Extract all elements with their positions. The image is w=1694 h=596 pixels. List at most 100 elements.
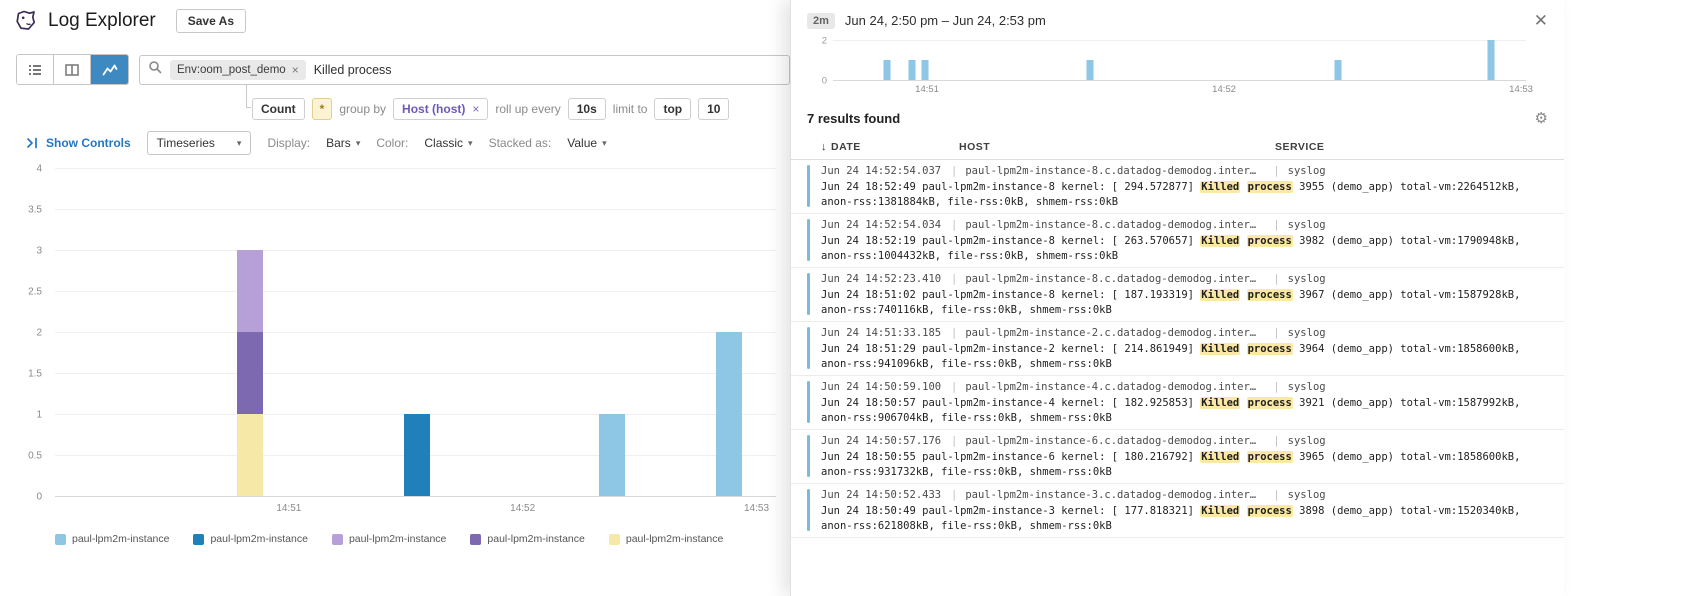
legend-item[interactable]: paul-lpm2m-instance [332, 533, 446, 545]
separator: | [951, 380, 957, 394]
view-toggle-group [16, 54, 129, 85]
color-select[interactable]: Classic ▾ [424, 136, 472, 150]
sort-desc-icon: ↓ [821, 141, 827, 153]
show-controls-link[interactable]: Show Controls [26, 136, 131, 150]
log-service: syslog [1288, 218, 1326, 232]
log-service: syslog [1288, 488, 1326, 502]
measure-selector[interactable]: Count [252, 98, 305, 120]
log-row[interactable]: Jun 24 14:50:52.433|paul-lpm2m-instance-… [791, 484, 1564, 538]
column-header-service[interactable]: SERVICE [1275, 141, 1558, 153]
chart-bar[interactable] [1334, 60, 1341, 80]
datadog-logo-icon[interactable] [14, 9, 38, 33]
log-meta: Jun 24 14:50:57.176|paul-lpm2m-instance-… [821, 434, 1558, 448]
limit-direction-selector[interactable]: top [654, 98, 691, 120]
process-highlight: process [1247, 289, 1293, 301]
chart-bar[interactable] [716, 332, 742, 496]
log-service: syslog [1288, 272, 1326, 286]
filter-tag[interactable]: Env:oom_post_demo × [170, 60, 306, 80]
log-table-header: ↓ DATE HOST SERVICE [791, 135, 1564, 160]
gridline [55, 291, 776, 292]
timeseries-chart: 00.511.522.533.54 14:5114:5214:53 [0, 163, 790, 521]
legend-swatch [55, 534, 66, 545]
display-select[interactable]: Bars ▾ [326, 136, 360, 150]
chart-bar[interactable] [1087, 60, 1094, 80]
process-highlight: process [1247, 181, 1293, 193]
legend-swatch [609, 534, 620, 545]
log-row[interactable]: Jun 24 14:51:33.185|paul-lpm2m-instance-… [791, 322, 1564, 376]
search-query-input[interactable]: Killed process [314, 63, 392, 77]
column-header-host[interactable]: HOST [959, 141, 1275, 153]
remove-filter-icon[interactable]: × [292, 63, 299, 77]
separator: | [951, 272, 957, 286]
display-label: Display: [267, 136, 310, 150]
show-controls-icon [26, 137, 40, 149]
log-timestamp: Jun 24 14:51:33.185 [821, 326, 943, 340]
visualization-select[interactable]: Timeseries ▾ [147, 131, 252, 155]
stacked-select[interactable]: Value ▾ [567, 136, 606, 150]
log-meta: Jun 24 14:51:33.185|paul-lpm2m-instance-… [821, 326, 1558, 340]
duration-badge: 2m [807, 13, 835, 29]
log-service: syslog [1288, 434, 1326, 448]
chart-bar[interactable] [1488, 40, 1495, 80]
separator: | [1273, 218, 1279, 232]
log-row[interactable]: Jun 24 14:52:23.410|paul-lpm2m-instance-… [791, 268, 1564, 322]
legend-swatch [193, 534, 204, 545]
process-highlight: process [1247, 397, 1293, 409]
legend-label: paul-lpm2m-instance [626, 533, 723, 545]
y-axis-tick-label: 2 [822, 36, 827, 47]
killed-highlight: Killed [1200, 289, 1240, 301]
x-axis: 14:5114:5214:53 [55, 503, 776, 517]
x-axis-tick-label: 14:52 [1212, 84, 1236, 95]
chart-bar[interactable] [404, 414, 430, 496]
rollup-selector[interactable]: 10s [568, 98, 606, 120]
killed-highlight: Killed [1200, 505, 1240, 517]
legend-item[interactable]: paul-lpm2m-instance [470, 533, 584, 545]
legend-item[interactable]: paul-lpm2m-instance [609, 533, 723, 545]
separator: | [1273, 326, 1279, 340]
gridline [55, 168, 776, 169]
log-side-panel: 2m Jun 24, 2:50 pm – Jun 24, 2:53 pm ✕ 0… [790, 0, 1564, 596]
log-row[interactable]: Jun 24 14:52:54.037|paul-lpm2m-instance-… [791, 160, 1564, 214]
log-host: paul-lpm2m-instance-8.c.datadog-demodog.… [965, 272, 1265, 286]
x-axis-tick-label: 14:53 [744, 503, 769, 514]
limit-label: limit to [613, 102, 648, 116]
save-as-button[interactable]: Save As [176, 9, 246, 33]
group-by-selector[interactable]: Host (host) × [393, 98, 488, 120]
close-panel-icon[interactable]: ✕ [1534, 12, 1548, 29]
search-bar[interactable]: Env:oom_post_demo × Killed process [139, 55, 790, 85]
stacked-value: Value [567, 136, 597, 150]
gear-icon[interactable]: ⚙ [1535, 109, 1548, 127]
log-timestamp: Jun 24 14:50:52.433 [821, 488, 943, 502]
legend-label: paul-lpm2m-instance [72, 533, 169, 545]
color-value: Classic [424, 136, 463, 150]
timeseries-view-button[interactable] [91, 55, 128, 84]
legend-item[interactable]: paul-lpm2m-instance [55, 533, 169, 545]
measure-field-selector[interactable]: * [312, 98, 333, 120]
log-row[interactable]: Jun 24 14:50:59.100|paul-lpm2m-instance-… [791, 376, 1564, 430]
list-view-button[interactable] [17, 55, 54, 84]
toolbar-row: Env:oom_post_demo × Killed process [16, 54, 790, 85]
visualization-value: Timeseries [157, 136, 215, 150]
x-axis-tick-label: 14:52 [510, 503, 535, 514]
chart-bar[interactable] [884, 60, 891, 80]
log-row[interactable]: Jun 24 14:52:54.034|paul-lpm2m-instance-… [791, 214, 1564, 268]
chart-bar[interactable] [909, 60, 916, 80]
chart-bar[interactable] [599, 414, 625, 496]
chart-icon [102, 62, 118, 78]
separator: | [1273, 488, 1279, 502]
results-count: 7 results found [807, 111, 900, 126]
limit-count-selector[interactable]: 10 [698, 98, 729, 120]
legend-item[interactable]: paul-lpm2m-instance [193, 533, 307, 545]
patterns-view-button[interactable] [54, 55, 91, 84]
chart-bar[interactable] [237, 250, 263, 496]
log-row[interactable]: Jun 24 14:50:57.176|paul-lpm2m-instance-… [791, 430, 1564, 484]
killed-highlight: Killed [1200, 235, 1240, 247]
chart-bar[interactable] [921, 60, 928, 80]
killed-highlight: Killed [1200, 181, 1240, 193]
remove-group-by-icon[interactable]: × [472, 102, 479, 116]
gridline [833, 80, 1526, 81]
column-header-date[interactable]: ↓ DATE [821, 141, 959, 153]
separator: | [1273, 434, 1279, 448]
chart-controls-row: Show Controls Timeseries ▾ Display: Bars… [26, 131, 790, 155]
killed-highlight: Killed [1200, 451, 1240, 463]
